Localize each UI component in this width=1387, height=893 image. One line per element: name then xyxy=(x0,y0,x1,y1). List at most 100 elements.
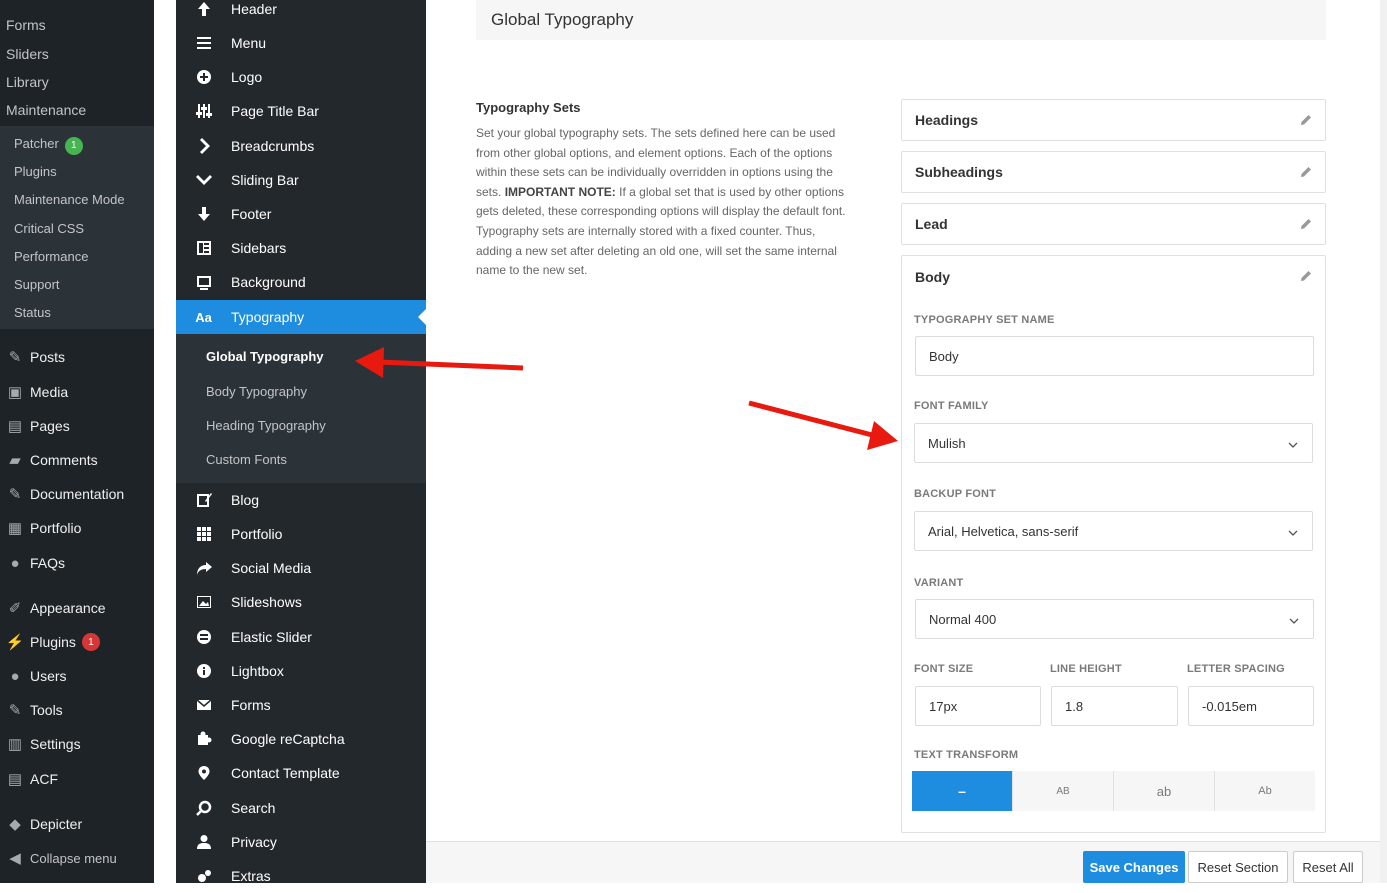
pencil-icon[interactable] xyxy=(1299,165,1313,179)
wp-submenu-status[interactable]: Status xyxy=(14,305,51,320)
info-icon: ● xyxy=(10,554,20,572)
typography-set-body: Body TYPOGRAPHY SET NAME Body FONT FAMIL… xyxy=(901,255,1326,833)
wp-menu-maintenance[interactable]: Maintenance xyxy=(6,102,86,118)
set-title: Lead xyxy=(915,216,948,232)
options-menu-sliding-bar-label: Sliding Bar xyxy=(231,172,299,188)
options-menu-footer[interactable]: Footer xyxy=(176,197,426,231)
options-menu-elastic-slider-label: Elastic Slider xyxy=(231,629,312,645)
wp-menu-depicter[interactable]: ◆ Depicter xyxy=(0,807,154,841)
submenu-global-typography[interactable]: Global Typography xyxy=(206,349,324,364)
wp-submenu-patcher[interactable]: Patcher 1 xyxy=(14,136,83,155)
typography-set-lead[interactable]: Lead xyxy=(901,203,1326,245)
wp-menu-collapse[interactable]: ◀ Collapse menu xyxy=(0,841,154,875)
wp-submenu-plugins[interactable]: Plugins xyxy=(14,164,57,179)
text-transform-capitalize[interactable]: Ab xyxy=(1215,771,1315,811)
pin-icon: ✎ xyxy=(8,349,22,366)
set-name-input[interactable]: Body xyxy=(915,336,1314,376)
wp-menu-media[interactable]: ▣ Media xyxy=(0,375,154,409)
save-changes-button[interactable]: Save Changes xyxy=(1083,851,1185,883)
options-menu-page-title-bar[interactable]: Page Title Bar xyxy=(176,94,426,128)
submenu-custom-fonts[interactable]: Custom Fonts xyxy=(206,452,287,467)
options-menu-menu[interactable]: Menu xyxy=(176,26,426,60)
wp-menu-faqs[interactable]: ● FAQs xyxy=(0,546,154,580)
options-menu-forms-label: Forms xyxy=(231,697,271,713)
options-menu-breadcrumbs[interactable]: Breadcrumbs xyxy=(176,129,426,163)
options-menu-extras-label: Extras xyxy=(231,868,271,884)
typography-set-subheadings[interactable]: Subheadings xyxy=(901,151,1326,193)
options-menu-logo[interactable]: Logo xyxy=(176,60,426,94)
chevron-down-icon xyxy=(1288,438,1298,448)
reset-section-button[interactable]: Reset Section xyxy=(1188,851,1288,883)
menu-icon xyxy=(176,35,231,51)
plugin-icon: ⚡ xyxy=(5,634,25,651)
options-menu-google-recaptcha[interactable]: Google reCaptcha xyxy=(176,722,426,756)
section-title: Global Typography xyxy=(476,0,1326,40)
set-title[interactable]: Body xyxy=(915,269,950,285)
wp-submenu-critical-css[interactable]: Critical CSS xyxy=(14,221,84,236)
set-title: Subheadings xyxy=(915,164,1003,180)
text-transform-none[interactable]: – xyxy=(912,771,1013,811)
options-menu-typography-label: Typography xyxy=(231,309,305,325)
options-menu-sidebars[interactable]: Sidebars xyxy=(176,231,426,265)
wp-menu-documentation-label: Documentation xyxy=(30,486,125,502)
submenu-body-typography[interactable]: Body Typography xyxy=(206,384,307,399)
wp-menu-appearance[interactable]: ✐ Appearance xyxy=(0,591,154,625)
wp-menu-comments[interactable]: ▰ Comments xyxy=(0,443,154,477)
reset-all-button[interactable]: Reset All xyxy=(1293,851,1363,883)
options-menu-privacy[interactable]: Privacy xyxy=(176,825,426,859)
submenu-heading-typography[interactable]: Heading Typography xyxy=(206,418,326,433)
options-menu-portfolio[interactable]: Portfolio xyxy=(176,517,426,551)
scrollbar[interactable] xyxy=(1380,0,1387,883)
wp-menu-forms[interactable]: Forms xyxy=(6,17,46,33)
wp-menu-posts[interactable]: ✎ Posts xyxy=(0,340,154,374)
options-menu-contact-template-label: Contact Template xyxy=(231,765,340,781)
options-menu-blog[interactable]: Blog xyxy=(176,483,426,517)
text-transform-uppercase[interactable]: AB xyxy=(1013,771,1114,811)
pencil-icon[interactable] xyxy=(1299,113,1313,127)
edit-icon xyxy=(176,492,231,508)
font-size-input[interactable]: 17px xyxy=(915,686,1041,726)
font-family-select[interactable]: Mulish xyxy=(914,423,1313,463)
options-menu-social-media[interactable]: Social Media xyxy=(176,551,426,585)
wp-menu-tools[interactable]: ✎ Tools xyxy=(0,693,154,727)
variant-select[interactable]: Normal 400 xyxy=(915,599,1314,639)
wp-submenu-performance[interactable]: Performance xyxy=(14,249,88,264)
typography-set-headings[interactable]: Headings xyxy=(901,99,1326,141)
chevron-down-icon xyxy=(176,172,231,188)
options-menu-elastic-slider[interactable]: Elastic Slider xyxy=(176,620,426,654)
options-menu-background[interactable]: Background xyxy=(176,265,426,299)
wp-menu-portfolio[interactable]: ▦ Portfolio xyxy=(0,511,154,545)
pencil-icon[interactable] xyxy=(1299,269,1313,283)
backup-font-label: BACKUP FONT xyxy=(914,488,997,500)
wp-menu-plugins[interactable]: ⚡ Plugins 1 xyxy=(0,625,154,659)
text-transform-lowercase[interactable]: ab xyxy=(1114,771,1215,811)
font-size-label: FONT SIZE xyxy=(914,663,974,675)
options-menu-search-label: Search xyxy=(231,800,276,816)
line-height-input[interactable]: 1.8 xyxy=(1051,686,1178,726)
options-menu-extras[interactable]: Extras xyxy=(176,859,426,893)
wp-menu-library[interactable]: Library xyxy=(6,74,49,90)
options-menu-search[interactable]: Search xyxy=(176,791,426,825)
options-menu-menu-label: Menu xyxy=(231,35,267,51)
wp-menu-tools-label: Tools xyxy=(30,702,63,718)
wp-menu-documentation[interactable]: ✎ Documentation xyxy=(0,477,154,511)
typography-icon: Aa xyxy=(195,309,212,325)
options-menu-sliding-bar[interactable]: Sliding Bar xyxy=(176,163,426,197)
options-menu-forms[interactable]: Forms xyxy=(176,688,426,722)
wp-submenu-maintenance-mode[interactable]: Maintenance Mode xyxy=(14,192,125,207)
options-menu-contact-template[interactable]: Contact Template xyxy=(176,756,426,790)
pencil-icon[interactable] xyxy=(1299,217,1313,231)
wp-submenu-support[interactable]: Support xyxy=(14,277,60,292)
options-menu-typography[interactable]: Aa Typography xyxy=(176,300,426,334)
wp-menu-pages[interactable]: ▤ Pages xyxy=(0,409,154,443)
options-menu-lightbox[interactable]: Lightbox xyxy=(176,654,426,688)
wp-menu-settings[interactable]: ▥ Settings xyxy=(0,727,154,761)
wp-menu-acf-label: ACF xyxy=(30,771,58,787)
options-menu-header[interactable]: Header xyxy=(176,0,426,26)
wp-menu-acf[interactable]: ▤ ACF xyxy=(0,762,154,796)
wp-menu-sliders[interactable]: Sliders xyxy=(6,46,49,62)
wp-menu-users[interactable]: ● Users xyxy=(0,659,154,693)
options-menu-slideshows[interactable]: Slideshows xyxy=(176,585,426,619)
letter-spacing-input[interactable]: -0.015em xyxy=(1188,686,1314,726)
backup-font-select[interactable]: Arial, Helvetica, sans-serif xyxy=(914,511,1313,551)
